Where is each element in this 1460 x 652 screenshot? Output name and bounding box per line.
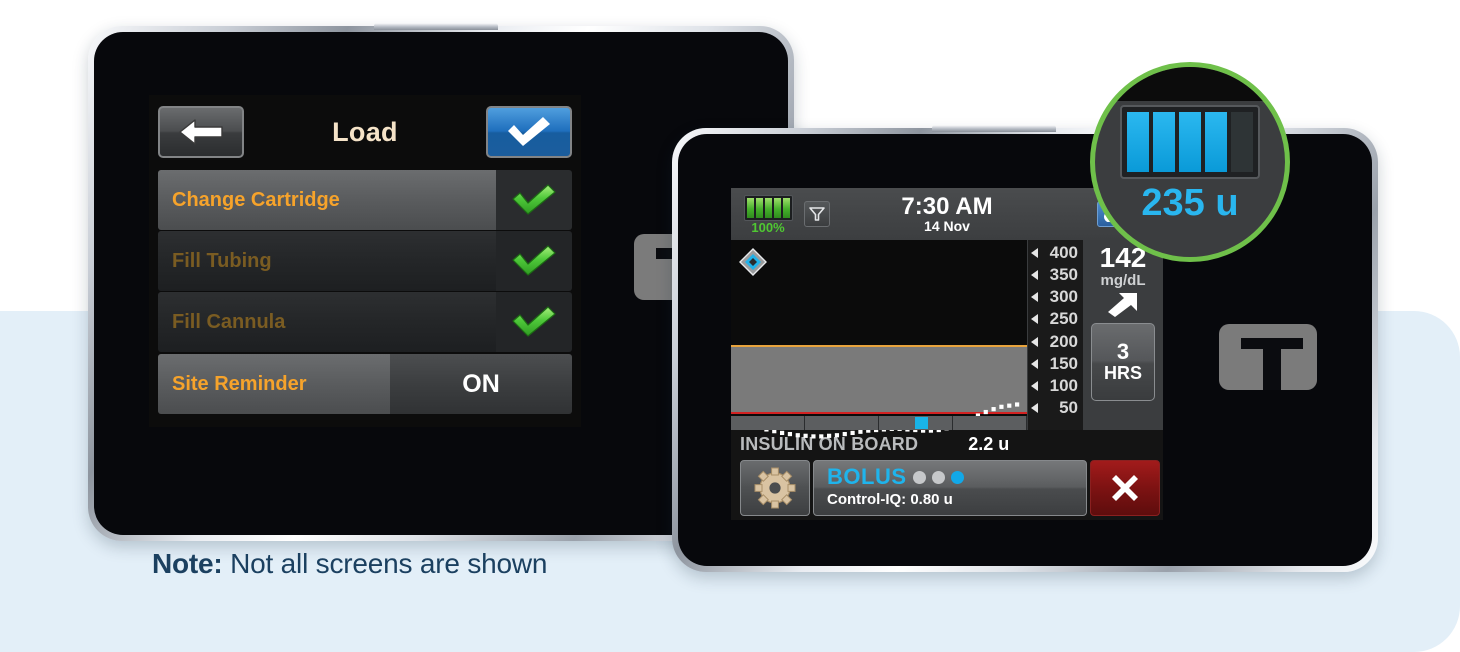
battery-percent-label: 100% xyxy=(751,219,785,235)
pump-top-button-right[interactable] xyxy=(932,125,1056,132)
graph-y-axis: 400 350 300 250 200 150 100 50 xyxy=(1027,240,1083,430)
y-tick-label: 100 xyxy=(1049,375,1078,395)
glucose-units: mg/dL xyxy=(1100,272,1146,289)
bolus-progress-dot xyxy=(931,470,945,484)
tick-triangle-icon xyxy=(1031,248,1038,258)
load-screen: Load Change Cartridge Fill Tubing Fill C… xyxy=(149,95,581,427)
cgm-trace xyxy=(733,402,1020,439)
transmitter-glyph xyxy=(809,207,825,221)
cgm-graph[interactable] xyxy=(731,240,1027,439)
tick-triangle-icon xyxy=(1031,314,1038,325)
y-axis-tick: 250 xyxy=(1031,309,1080,329)
home-screen: 100% 7:30 AM 14 Nov 400 350 300 250 200 … xyxy=(731,188,1163,520)
cancel-bolus-button[interactable] xyxy=(1090,460,1160,516)
load-row-check xyxy=(496,170,572,230)
arrow-left-icon xyxy=(179,119,223,145)
glucose-panel[interactable]: 142 mg/dL 3 HRS xyxy=(1083,240,1163,430)
tick-triangle-icon xyxy=(1031,380,1038,391)
back-button[interactable] xyxy=(158,106,244,158)
note-label: Note: xyxy=(152,548,223,579)
home-middle-section: 400 350 300 250 200 150 100 50 142 mg/dL xyxy=(731,240,1163,439)
load-row-label: Fill Cannula xyxy=(158,292,496,352)
pump-top-button-left[interactable] xyxy=(374,23,498,30)
confirm-button[interactable] xyxy=(486,106,572,158)
y-tick-label: 300 xyxy=(1049,287,1078,307)
cgm-diamond-icon xyxy=(739,248,767,276)
load-row-fill-tubing[interactable]: Fill Tubing xyxy=(158,231,572,291)
load-row-check xyxy=(496,231,572,291)
x-icon xyxy=(1112,475,1138,501)
battery-icon xyxy=(743,194,793,221)
y-axis-tick: 350 xyxy=(1031,265,1080,285)
y-axis-tick: 300 xyxy=(1031,287,1080,307)
cartridge-level-callout: 235 u xyxy=(1090,62,1290,262)
tick-triangle-icon xyxy=(1031,358,1038,369)
y-axis-tick: 400 xyxy=(1031,243,1080,263)
tick-triangle-icon xyxy=(1031,336,1038,347)
timespan-button[interactable]: 3 HRS xyxy=(1091,323,1155,401)
now-marker xyxy=(914,417,928,429)
y-axis-tick: 150 xyxy=(1031,354,1080,374)
graph-time-strip xyxy=(731,416,1027,430)
tandem-logo-button-right[interactable] xyxy=(1219,324,1317,390)
callout-top-shade xyxy=(1095,67,1285,101)
site-reminder-row[interactable]: Site Reminder ON xyxy=(158,354,572,414)
load-screen-title: Load xyxy=(332,116,398,147)
tick-triangle-icon xyxy=(1031,402,1038,413)
load-step-list: Change Cartridge Fill Tubing Fill Cannul… xyxy=(158,170,572,414)
graph-plot-area xyxy=(731,240,1027,439)
tick-triangle-icon xyxy=(1031,292,1038,303)
tick-triangle-icon xyxy=(1031,270,1038,281)
load-row-label: Change Cartridge xyxy=(158,170,496,230)
bolus-subtitle: Control-IQ: 0.80 u xyxy=(827,491,953,508)
load-row-change-cartridge[interactable]: Change Cartridge xyxy=(158,170,572,230)
gear-icon xyxy=(754,467,796,509)
y-tick-label: 50 xyxy=(1059,397,1078,417)
bolus-progress-dot xyxy=(950,470,964,484)
bolus-progress-dot xyxy=(912,470,926,484)
note-body: Not all screens are shown xyxy=(222,548,548,579)
load-row-fill-cannula[interactable]: Fill Cannula xyxy=(158,292,572,352)
site-reminder-value[interactable]: ON xyxy=(390,354,572,414)
load-row-label: Fill Tubing xyxy=(158,231,496,291)
green-check-icon xyxy=(512,184,556,215)
y-tick-label: 150 xyxy=(1049,353,1078,373)
arrow-up-right-icon xyxy=(1108,293,1137,317)
y-axis-tick: 200 xyxy=(1031,332,1080,352)
y-axis-tick: 50 xyxy=(1031,398,1080,418)
y-tick-label: 200 xyxy=(1049,331,1078,351)
battery-indicator: 100% xyxy=(739,194,797,235)
cartridge-units-label: 235 u xyxy=(1141,182,1239,224)
green-check-icon xyxy=(512,245,556,276)
timespan-label: HRS xyxy=(1103,363,1142,383)
check-icon xyxy=(508,117,550,146)
transmitter-icon xyxy=(804,201,830,227)
site-reminder-label: Site Reminder xyxy=(158,354,390,414)
y-tick-label: 350 xyxy=(1049,265,1078,285)
timespan-number: 3 xyxy=(1116,339,1130,364)
y-tick-label: 250 xyxy=(1049,309,1078,329)
load-row-check xyxy=(496,292,572,352)
cartridge-level-icon xyxy=(1120,105,1260,179)
y-axis-tick: 100 xyxy=(1031,376,1080,396)
green-check-icon xyxy=(512,306,556,337)
note-text: Note: Not all screens are shown xyxy=(152,548,547,580)
y-tick-label: 400 xyxy=(1049,243,1078,262)
load-header: Load xyxy=(158,103,572,161)
